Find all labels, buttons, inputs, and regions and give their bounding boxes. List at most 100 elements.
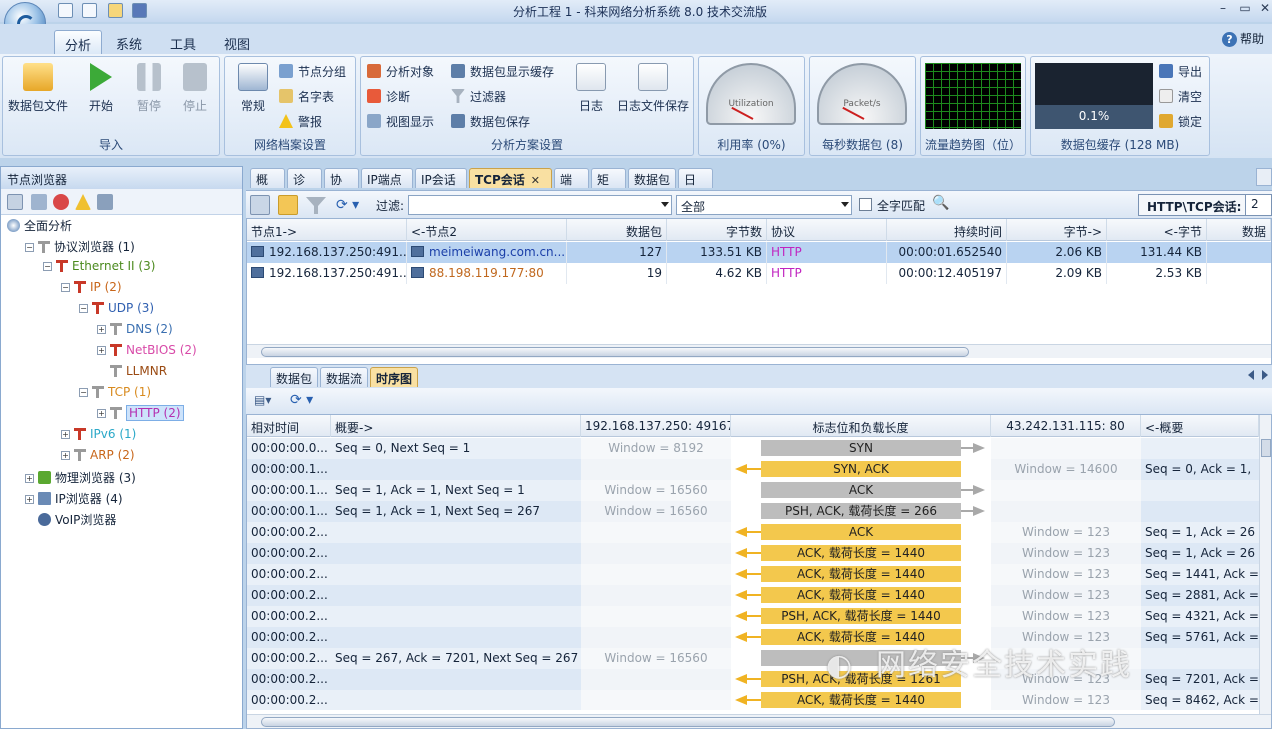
view-tab[interactable]: 诊断: [287, 168, 322, 204]
sequence-hscrollbar[interactable]: [247, 714, 1271, 728]
filter-scope-select[interactable]: 全部: [676, 195, 852, 215]
pause-button[interactable]: 暂停: [127, 59, 171, 114]
filter-button[interactable]: 过滤器: [451, 88, 506, 108]
stop-button[interactable]: 停止: [173, 59, 217, 114]
node-filter-icon[interactable]: [31, 194, 47, 210]
tree-expander-icon[interactable]: +: [97, 325, 106, 334]
session-col-header[interactable]: 数据包: [567, 219, 667, 241]
tree-expander-icon[interactable]: −: [25, 243, 34, 252]
session-col-header[interactable]: <-字节: [1107, 219, 1207, 241]
start-button[interactable]: 开始: [79, 59, 123, 114]
seq-flag-bar[interactable]: ACK: [761, 524, 961, 540]
tree-expander-icon[interactable]: +: [97, 409, 106, 418]
tree-expander-icon[interactable]: +: [25, 495, 34, 504]
search-icon[interactable]: 🔍: [932, 195, 949, 211]
sequence-vscrollbar[interactable]: [1259, 415, 1271, 715]
tree-expander-icon[interactable]: +: [97, 346, 106, 355]
tree-node[interactable]: + IP浏览器 (4): [25, 490, 123, 511]
tree-node[interactable]: − TCP (1): [79, 385, 151, 406]
open-folder-icon[interactable]: [108, 3, 123, 18]
seq-flag-bar[interactable]: ACK: [761, 482, 961, 498]
node-remove-icon[interactable]: [53, 194, 69, 210]
tree-node[interactable]: + DNS (2): [97, 322, 173, 343]
tree-expander-icon[interactable]: −: [79, 304, 88, 313]
sequence-row[interactable]: 00:00:00.1... SYN, ACK Window = 14600 Seq =…: [247, 459, 1259, 480]
diagnosis-button[interactable]: 诊断: [367, 88, 410, 108]
log-file-save-button[interactable]: 日志文件保存: [613, 59, 693, 114]
seq-flag-bar[interactable]: PSH, ACK, 载荷长度 = 266: [761, 503, 961, 519]
node-settings-icon[interactable]: [97, 194, 113, 210]
sequence-row[interactable]: 00:00:00.2... ACK, 载荷长度 = 1440 Window = 12…: [247, 690, 1259, 710]
sequence-vscroll-thumb[interactable]: [1261, 439, 1271, 457]
lock-button[interactable]: 锁定: [1159, 113, 1202, 133]
sequence-row[interactable]: 00:00:00.2... ACK, 载荷长度 = 1440 Window = 12…: [247, 543, 1259, 564]
packet-display-buffer-button[interactable]: 数据包显示缓存: [451, 63, 554, 83]
view-tab[interactable]: 矩阵: [591, 168, 626, 204]
sequence-col-header[interactable]: 192.168.137.250: 49167: [581, 415, 731, 437]
name-table-button[interactable]: 名字表: [279, 88, 334, 108]
tab-scroll-right-icon[interactable]: [1262, 370, 1268, 380]
tree-node[interactable]: − IP (2): [61, 280, 122, 301]
tree-expander-icon[interactable]: +: [25, 474, 34, 483]
seq-flag-bar[interactable]: SYN, ACK: [761, 461, 961, 477]
session-col-header[interactable]: 协议: [767, 219, 887, 241]
tree-node[interactable]: + ARP (2): [61, 448, 135, 469]
session-row[interactable]: 192.168.137.250:491... 88.198.119.177:80 1…: [247, 263, 1271, 284]
tab-close-icon[interactable]: ✕: [531, 174, 540, 187]
ribbon-tab-analysis[interactable]: 分析: [54, 30, 103, 54]
view-tab[interactable]: 日志: [678, 168, 713, 204]
tab-scroll-left-icon[interactable]: [1248, 370, 1254, 380]
sequence-row[interactable]: 00:00:00.2... ACK Window = 123 Seq = 1, Ack…: [247, 522, 1259, 543]
session-col-header[interactable]: 持续时间: [887, 219, 1007, 241]
export-button[interactable]: 导出: [1159, 63, 1202, 83]
tree-node[interactable]: VoIP浏览器: [25, 511, 116, 532]
refresh-icon[interactable]: ⟳ ▾: [336, 197, 359, 213]
tree-node[interactable]: + HTTP (2): [97, 405, 184, 427]
tree-expander-icon[interactable]: +: [61, 451, 70, 460]
packet-file-button[interactable]: 数据包文件: [7, 59, 69, 114]
view-tab[interactable]: IP端点: [361, 168, 413, 188]
tree-node[interactable]: − 协议浏览器 (1): [25, 238, 135, 259]
session-col-header[interactable]: 字节数: [667, 219, 767, 241]
log-button[interactable]: 日志: [569, 59, 613, 114]
detail-tab[interactable]: 时序图: [370, 367, 418, 387]
sequence-col-header[interactable]: 43.242.131.115: 80: [991, 415, 1141, 437]
overflow-icon[interactable]: [1256, 168, 1272, 186]
tree-expander-icon[interactable]: −: [43, 262, 52, 271]
sequence-row[interactable]: 00:00:00.1... Seq = 1, Ack = 1, Next Seq …: [247, 480, 1259, 501]
detail-tab[interactable]: 数据流: [320, 367, 368, 387]
filter-input[interactable]: [408, 195, 672, 215]
tree-node[interactable]: − UDP (3): [79, 301, 154, 322]
sequence-row[interactable]: 00:00:00.1... Seq = 1, Ack = 1, Next Seq …: [247, 501, 1259, 522]
layout-menu-icon[interactable]: ▤▾: [254, 393, 271, 407]
sequence-col-header[interactable]: 相对时间: [247, 415, 331, 437]
detail-tab[interactable]: 数据包: [270, 367, 318, 387]
seq-flag-bar[interactable]: PSH, ACK, 载荷长度 = 1440: [761, 608, 961, 624]
tree-expander-icon[interactable]: −: [61, 283, 70, 292]
seq-flag-bar[interactable]: ACK, 载荷长度 = 1440: [761, 692, 961, 708]
session-hscrollbar[interactable]: [247, 344, 1271, 358]
close-icon[interactable]: ✕: [1254, 1, 1272, 19]
view-tab[interactable]: IP会话: [415, 168, 467, 188]
seq-flag-bar[interactable]: ACK, 载荷长度 = 1440: [761, 566, 961, 582]
seq-flag-bar[interactable]: SYN: [761, 440, 961, 456]
session-col-header[interactable]: 节点1->: [247, 219, 407, 241]
sequence-row[interactable]: 00:00:00.0... Seq = 0, Next Seq = 1 Window…: [247, 438, 1259, 459]
session-col-header[interactable]: <-节点2: [407, 219, 567, 241]
node-alarm-icon[interactable]: [75, 194, 91, 210]
seq-flag-bar[interactable]: ACK, 载荷长度 = 1440: [761, 587, 961, 603]
ribbon-tab-system[interactable]: 系统: [106, 30, 152, 54]
packet-save-button[interactable]: 数据包保存: [451, 113, 530, 133]
open-project-icon[interactable]: [82, 3, 97, 18]
session-col-header[interactable]: 数据: [1207, 219, 1271, 241]
session-hscroll-thumb[interactable]: [261, 347, 969, 357]
view-tab[interactable]: 端口: [554, 168, 589, 204]
whole-word-checkbox[interactable]: [859, 198, 872, 211]
ribbon-tab-view[interactable]: 视图: [214, 30, 260, 54]
filter-funnel-icon[interactable]: [306, 197, 326, 214]
tree-node[interactable]: LLMNR: [97, 364, 167, 385]
sequence-row[interactable]: 00:00:00.2... PSH, ACK, 载荷长度 = 1440 Window…: [247, 606, 1259, 627]
sequence-refresh-icon[interactable]: ⟳ ▾: [290, 392, 313, 408]
tree-node[interactable]: + IPv6 (1): [61, 427, 136, 448]
node-group-button[interactable]: 节点分组: [279, 63, 346, 83]
